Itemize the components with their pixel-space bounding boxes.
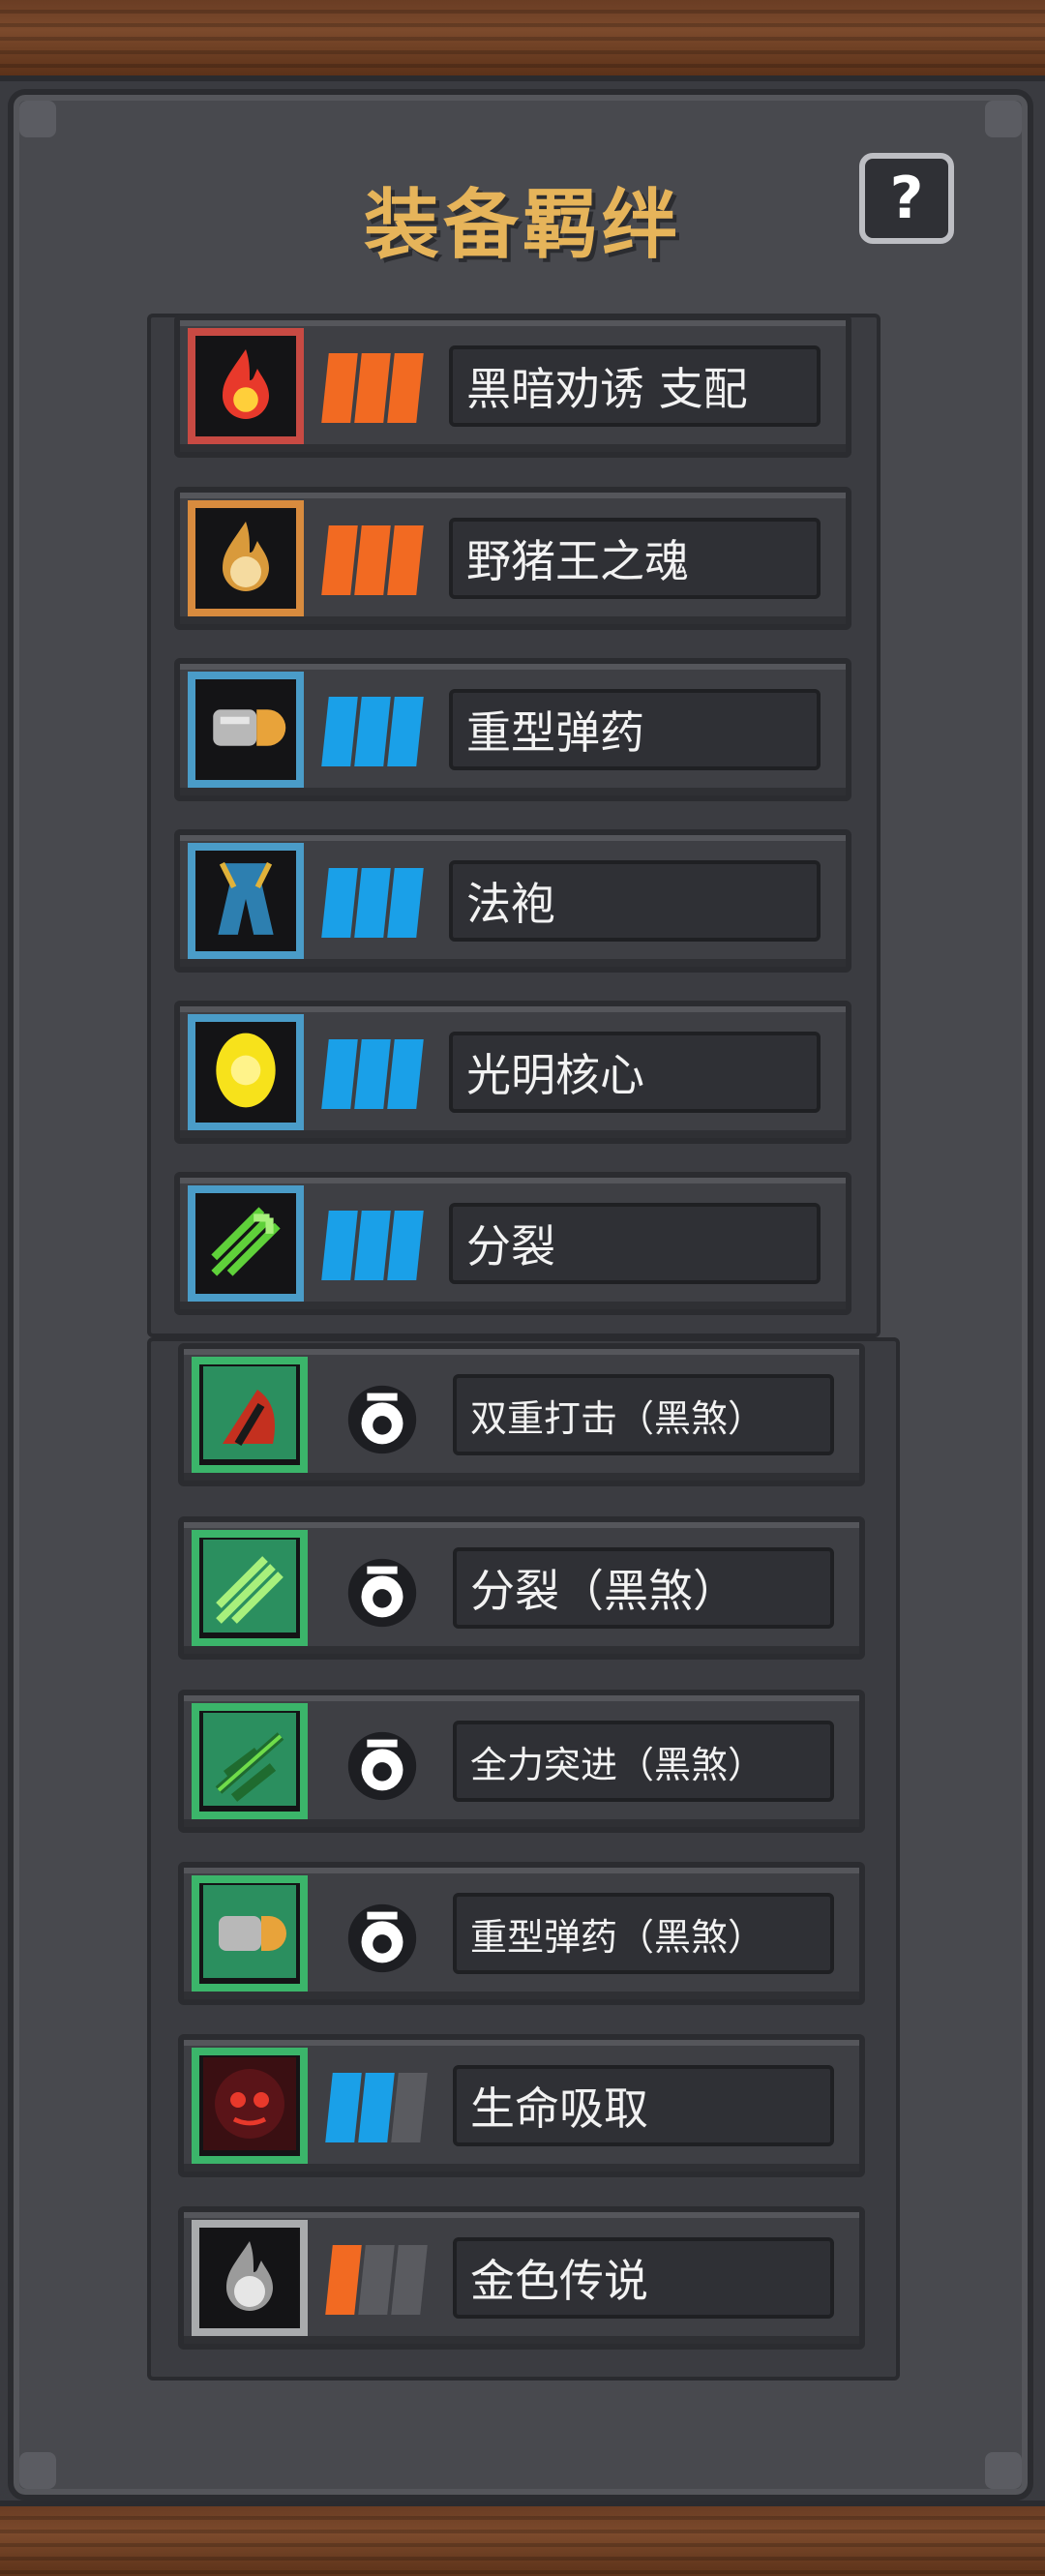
tier-bar [325, 2073, 362, 2142]
bond-name: 生命吸取 [453, 2065, 834, 2146]
dark-eye-icon [339, 1722, 426, 1810]
bond-row[interactable]: 金色传说 [178, 2206, 865, 2350]
bond-name: 金色传说 [453, 2237, 834, 2319]
tier-bar [354, 1211, 391, 1280]
bond-icon-slot [188, 672, 304, 788]
bond-row[interactable]: 生命吸取 [178, 2034, 865, 2177]
wood-frame-top [0, 0, 1045, 81]
bond-name: 分裂（黑煞） [453, 1547, 834, 1629]
bullet-dark-icon [203, 1885, 296, 1982]
double-strike-dark-icon [203, 1366, 296, 1463]
tier-bar [321, 1211, 358, 1280]
bond-name: 全力突进（黑煞） [453, 1721, 834, 1802]
bond-row[interactable]: 重型弹药（黑煞） [178, 1862, 865, 2005]
tier-bar [387, 1211, 424, 1280]
bond-row[interactable]: 光明核心 [174, 1001, 851, 1144]
bond-name: 双重打击（黑煞） [453, 1374, 834, 1455]
tier-bar [387, 1039, 424, 1109]
tier-bar [354, 697, 391, 766]
full-charge-dark-icon [203, 1713, 296, 1810]
light-core-icon [207, 1026, 284, 1119]
bond-icon-slot [188, 328, 304, 444]
tier-bar [391, 2073, 428, 2142]
tier-bar [358, 2073, 395, 2142]
bond-tier-bars [321, 353, 424, 423]
split-arrows-icon [202, 1198, 289, 1289]
bond-row[interactable]: 法袍 [174, 829, 851, 973]
bond-icon-slot [188, 843, 304, 959]
bond-row[interactable]: 野猪王之魂 [174, 487, 851, 630]
bond-icon-slot [192, 1530, 308, 1646]
tier-bar [358, 2245, 395, 2315]
bond-row[interactable]: 分裂（黑煞） [178, 1516, 865, 1660]
tier-bar [354, 868, 391, 938]
bond-icon-slot [188, 1185, 304, 1302]
bond-row[interactable]: 双重打击（黑煞） [178, 1343, 865, 1486]
bond-name: 野猪王之魂 [449, 518, 821, 599]
tier-bar [321, 1039, 358, 1109]
tier-bar [321, 525, 358, 595]
tier-bar [387, 868, 424, 938]
life-drain-icon [203, 2057, 296, 2154]
bond-tier-bars [321, 525, 424, 595]
dark-eye-icon [339, 1376, 426, 1463]
tier-bar [387, 353, 424, 423]
tier-bar [321, 353, 358, 423]
bullet-icon [202, 694, 289, 765]
bond-icon-slot [192, 2048, 308, 2164]
bond-icon-slot [192, 2220, 308, 2336]
tier-bar [325, 2245, 362, 2315]
panel-corner [19, 2452, 56, 2489]
panel-corner [19, 101, 56, 137]
bond-tier-bars [325, 2073, 428, 2142]
tier-bar [391, 2245, 428, 2315]
panel-corner [985, 2452, 1022, 2489]
bond-name: 分裂 [449, 1203, 821, 1284]
bond-name: 重型弹药 [449, 689, 821, 770]
tier-bar [321, 697, 358, 766]
bond-icon-slot [188, 500, 304, 616]
split-dark-icon [203, 1540, 296, 1636]
dark-eye-icon [339, 1895, 426, 1982]
tier-bar [387, 525, 424, 595]
dark-eye-icon [339, 1549, 426, 1636]
bond-tier-bars [321, 697, 424, 766]
bond-icon-slot [192, 1875, 308, 1992]
bond-row[interactable]: 黑暗劝诱 支配 [174, 315, 851, 458]
bond-icon-slot [188, 1014, 304, 1130]
bond-tier-bars [321, 1211, 424, 1280]
bond-tier-bars [321, 1039, 424, 1109]
bond-tier-bars [325, 2245, 428, 2315]
tier-bar [354, 1039, 391, 1109]
bond-tier-bars [321, 868, 424, 938]
gold-legend-flame-icon [211, 2232, 288, 2323]
bond-icon-slot [192, 1357, 308, 1473]
bond-icon-slot [192, 1703, 308, 1819]
bond-row[interactable]: 全力突进（黑煞） [178, 1690, 865, 1833]
bond-name: 光明核心 [449, 1032, 821, 1113]
bond-row[interactable]: 重型弹药 [174, 658, 851, 801]
tier-bar [387, 697, 424, 766]
tier-bar [321, 868, 358, 938]
robe-icon [204, 855, 287, 946]
panel-corner [985, 101, 1022, 137]
bond-name: 黑暗劝诱 支配 [449, 345, 821, 427]
help-button[interactable]: ? [859, 153, 954, 244]
wood-frame-bottom [0, 2501, 1045, 2576]
tier-bar [354, 353, 391, 423]
boar-spirit-flame-icon [207, 513, 284, 604]
bond-row[interactable]: 分裂 [174, 1172, 851, 1315]
bond-name: 重型弹药（黑煞） [453, 1893, 834, 1974]
bond-name: 法袍 [449, 860, 821, 942]
red-flame-icon [207, 341, 284, 432]
tier-bar [354, 525, 391, 595]
